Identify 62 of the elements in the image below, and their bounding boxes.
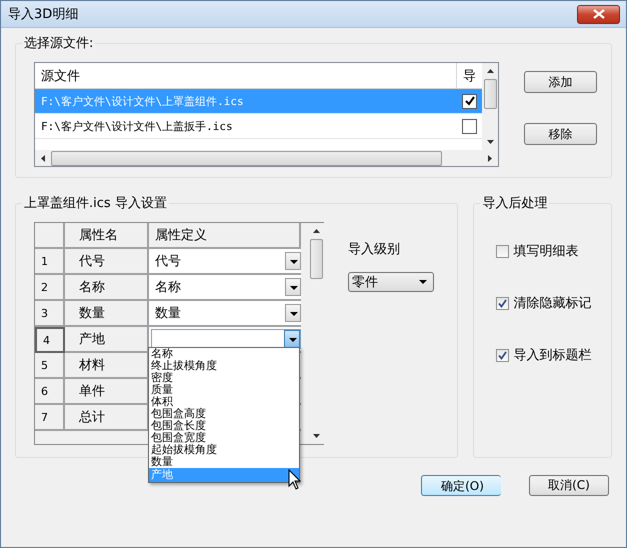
file-path: F:\客户文件\设计文件\上盖扳手.ics: [40, 118, 234, 134]
dropdown-option[interactable]: 数量: [149, 456, 299, 468]
scroll-down-icon[interactable]: [313, 434, 320, 438]
close-icon: [592, 9, 604, 19]
row-number: 4: [35, 327, 65, 353]
grid-corner-cell: [35, 223, 65, 249]
dropdown-option[interactable]: 起始拔模角度: [149, 444, 299, 456]
file-row[interactable]: F:\客户文件\设计文件\上盖扳手.ics: [35, 114, 482, 139]
dropdown-option[interactable]: 名称: [149, 348, 299, 360]
column-header: 属性名: [65, 223, 149, 249]
row-number: 2: [35, 275, 65, 301]
row-number: 6: [35, 379, 65, 405]
scroll-thumb[interactable]: [484, 79, 496, 109]
row-number: 5: [35, 353, 65, 379]
scroll-left-icon[interactable]: [41, 154, 45, 162]
checkmark-icon: [498, 350, 508, 360]
scroll-up-icon[interactable]: [486, 69, 494, 73]
action-button[interactable]: 移除: [524, 123, 597, 145]
dialog-button[interactable]: 取消(C): [529, 475, 609, 496]
file-path: F:\客户文件\设计文件\上罩盖组件.ics: [40, 94, 245, 108]
horizontal-scrollbar[interactable]: [35, 150, 498, 166]
dropdown-arrow-icon: [419, 280, 427, 284]
scroll-up-icon[interactable]: [313, 229, 320, 233]
group-title: 上罩盖组件.ics 导入设置: [23, 195, 168, 212]
scroll-thumb[interactable]: [310, 239, 323, 279]
scroll-right-icon[interactable]: [488, 154, 492, 162]
dropdown-option[interactable]: 终止拔模角度: [149, 360, 299, 372]
import-checkbox[interactable]: [462, 94, 477, 108]
dropdown-option[interactable]: 密度: [149, 372, 299, 384]
checkbox-label: 清除隐藏标记: [513, 295, 592, 312]
dropdown-option[interactable]: 质量: [149, 384, 299, 396]
checkbox[interactable]: [496, 296, 510, 310]
scroll-down-icon[interactable]: [486, 140, 494, 144]
dropdown-option[interactable]: 包围盒高度: [149, 408, 299, 420]
column-header[interactable]: 导: [457, 63, 482, 88]
window-title: 导入3D明细: [8, 6, 78, 23]
checkmark-icon: [498, 298, 508, 308]
option-checkbox[interactable]: 清除隐藏标记: [496, 294, 611, 312]
group-title: 导入后处理: [481, 195, 548, 212]
dropdown-option[interactable]: 包围盒长度: [149, 420, 299, 432]
dialog-button[interactable]: 确定(O): [421, 475, 501, 496]
dropdown-option[interactable]: 包围盒宽度: [149, 432, 299, 444]
close-button[interactable]: [577, 4, 620, 24]
checkbox[interactable]: [496, 348, 510, 362]
action-button[interactable]: 添加: [524, 71, 597, 93]
group-title: 选择源文件:: [23, 35, 94, 52]
row-number: 3: [35, 301, 65, 327]
option-checkbox[interactable]: 填写明细表: [496, 242, 611, 260]
import-level-dropdown[interactable]: 零件: [348, 272, 434, 292]
row-number: 1: [35, 249, 65, 275]
checkbox[interactable]: [496, 244, 510, 258]
option-checkbox[interactable]: 导入到标题栏: [496, 346, 611, 364]
dropdown-option[interactable]: 体积: [149, 396, 299, 408]
checkbox-label: 填写明细表: [513, 243, 578, 260]
column-header[interactable]: 源文件: [35, 63, 457, 88]
checkmark-icon: [464, 95, 476, 107]
scroll-thumb[interactable]: [51, 150, 442, 166]
row-number: 7: [35, 405, 65, 431]
vertical-scrollbar[interactable]: [482, 63, 498, 150]
field-label: 导入级别: [348, 241, 401, 258]
checkbox-label: 导入到标题栏: [513, 347, 592, 364]
import-checkbox[interactable]: [462, 118, 477, 134]
